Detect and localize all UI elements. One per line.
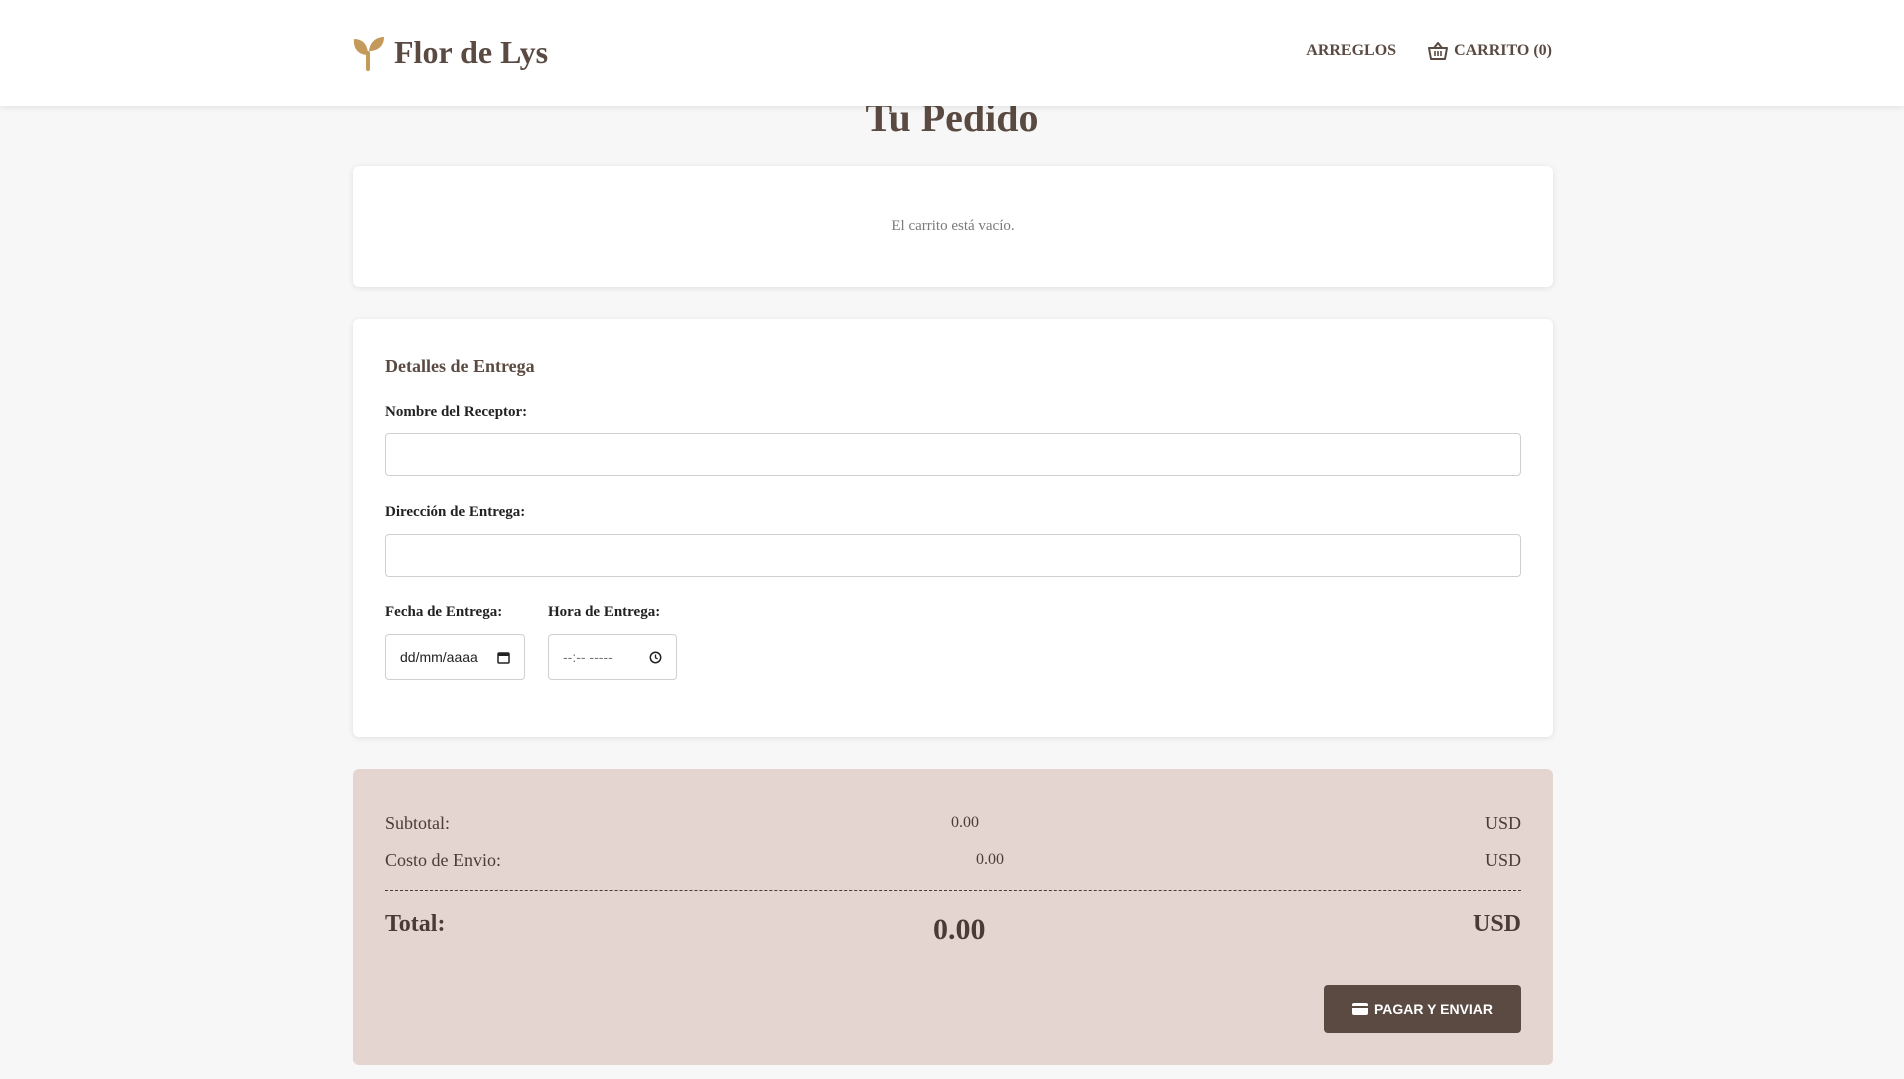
delivery-time-input[interactable]: --:-- ----- <box>548 634 677 680</box>
summary-divider <box>385 890 1521 891</box>
pay-button-label: PAGAR Y ENVIAR <box>1373 1001 1494 1017</box>
clock-icon <box>649 651 662 663</box>
delivery-address-input[interactable] <box>385 534 1521 577</box>
delivery-address-label: Dirección de Entrega: <box>385 504 526 520</box>
total-currency: USD <box>1472 911 1521 937</box>
nav-cart-link[interactable]: CARRITO (0) <box>1428 42 1552 60</box>
calendar-icon <box>497 651 510 664</box>
delivery-date-label: Fecha de Entrega: <box>385 604 503 620</box>
time-placeholder: --:-- ----- <box>563 649 613 665</box>
pay-and-send-button[interactable]: PAGAR Y ENVIAR <box>1324 985 1521 1033</box>
empty-cart-message: El carrito está vacío. <box>891 218 1015 234</box>
main-nav: ARREGLOS CARRITO (0) <box>1306 42 1552 60</box>
site-header: Flor de Lys ARREGLOS CARRITO (0) <box>0 0 1904 106</box>
brand-name: Flor de Lys <box>394 34 549 70</box>
date-placeholder: dd/mm/aaaa <box>400 649 478 665</box>
shipping-currency: USD <box>1484 850 1521 870</box>
order-summary: Subtotal: 0.00 USD Costo de Envio: 0.00 … <box>353 769 1553 1065</box>
total-value: 0.00 <box>933 913 986 946</box>
cart-items-card: El carrito está vacío. <box>353 166 1553 287</box>
delivery-details-card: Detalles de Entrega Nombre del Receptor:… <box>353 319 1553 737</box>
sprout-icon <box>353 36 384 71</box>
subtotal-currency: USD <box>1484 813 1521 833</box>
shipping-label: Costo de Envio: <box>385 850 501 870</box>
subtotal-label: Subtotal: <box>385 813 451 833</box>
delivery-date-input[interactable]: dd/mm/aaaa <box>385 634 525 680</box>
nav-cart-label: CARRITO (0) <box>1454 42 1552 59</box>
delivery-section-title: Detalles de Entrega <box>385 356 535 376</box>
brand-logo[interactable]: Flor de Lys <box>352 34 548 71</box>
nav-arrangements-link[interactable]: ARREGLOS <box>1306 42 1396 60</box>
subtotal-value: 0.00 <box>951 814 979 831</box>
credit-card-icon <box>1351 1003 1368 1015</box>
shipping-value: 0.00 <box>976 851 1004 868</box>
receiver-name-label: Nombre del Receptor: <box>385 404 528 420</box>
receiver-name-input[interactable] <box>385 433 1521 476</box>
delivery-time-label: Hora de Entrega: <box>548 604 661 620</box>
basket-icon <box>1428 42 1449 60</box>
total-label: Total: <box>385 911 446 937</box>
